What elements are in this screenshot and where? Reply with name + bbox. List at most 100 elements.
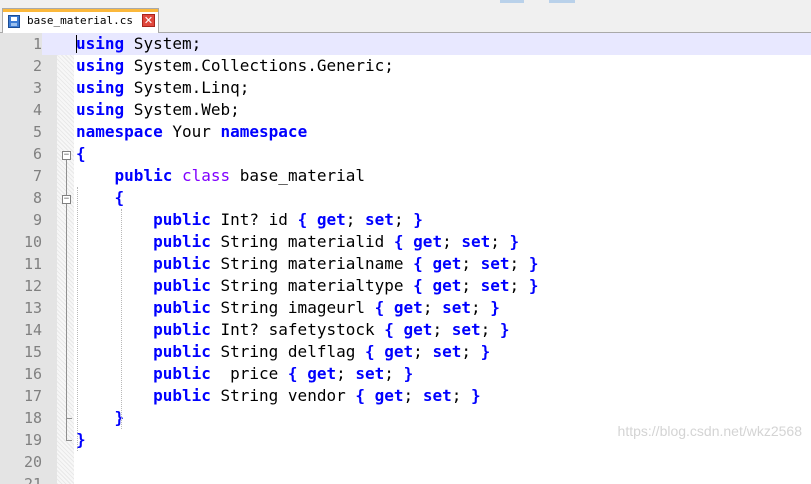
identifier-token: ; [471,298,481,317]
code-line[interactable]: 6{ [0,143,811,165]
code-text: using System.Web; [76,99,240,121]
brace-token: { [355,386,365,405]
identifier-token [76,364,153,383]
code-text: public class base_material [76,165,365,187]
line-number: 8 [32,189,42,207]
line-number: 7 [32,167,42,185]
keyword-token: public [153,254,211,273]
identifier-token [423,276,433,295]
identifier-token: ; [336,364,346,383]
save-file-icon [8,15,20,28]
tab-active-accent [3,9,158,12]
identifier-token: ; [451,386,462,405]
code-line[interactable]: 20 [0,451,811,473]
brace-token: } [403,364,414,383]
code-text: namespace Your namespace [76,121,307,143]
indent-guide [77,187,78,451]
keyword-token: namespace [220,122,308,141]
brace-token: { [413,254,423,273]
code-text: public String materialname { get; set; } [76,253,538,275]
line-number: 18 [23,409,42,427]
identifier-token: ; [345,210,356,229]
identifier-token: base_material [230,166,365,185]
code-line[interactable]: 4 using System.Web; [0,99,811,121]
identifier-token: ; [461,342,471,361]
line-number: 1 [0,33,42,55]
identifier-token: System.Collections.Generic; [124,56,394,75]
brace-token: { [297,210,308,229]
identifier-token: ; [384,364,394,383]
line-number: 14 [23,321,42,339]
tab-base-material[interactable]: base_material.cs ✕ [2,8,159,33]
keyword-token: set [480,254,510,273]
identifier-token: String materialname [210,254,414,273]
identifier-token [442,320,452,339]
close-icon[interactable]: ✕ [142,14,155,27]
code-line[interactable]: 8 { [0,187,811,209]
identifier-token: ; [403,386,414,405]
identifier-token [432,298,442,317]
code-text: { [76,187,125,209]
identifier-token [346,364,356,383]
line-number: 5 [32,123,42,141]
code-line[interactable]: 1 using System; [0,33,811,55]
keyword-token: get [393,298,423,317]
keyword-token: public [153,210,211,229]
identifier-token: ; [442,232,452,251]
code-line[interactable]: 5 namespace Your namespace [0,121,811,143]
identifier-token: String delflag [210,342,365,361]
identifier-token [307,210,317,229]
code-line[interactable]: 21 [0,473,811,484]
keyword-token: using [76,34,125,53]
line-number: 2 [32,57,42,75]
identifier-token: String imageurl [210,298,375,317]
keyword-token: using [76,56,125,75]
identifier-token: ; [393,210,404,229]
identifier-token: String materialtype [210,276,414,295]
keyword-token: get [307,364,337,383]
keyword-token: set [422,386,452,405]
fold-end-namespace [66,440,72,441]
identifier-token [461,386,471,405]
fold-toggle-namespace[interactable]: − [62,151,71,160]
line-number: 4 [32,101,42,119]
keyword-token: get [403,320,433,339]
watermark: https://blog.csdn.net/wkz2568 [617,423,802,439]
line-number: 11 [23,255,42,273]
brace-token: { [413,276,423,295]
text-cursor [76,35,77,53]
fold-toggle-class[interactable]: − [62,195,71,204]
brace-token: } [413,210,423,229]
identifier-token: ; [461,254,471,273]
identifier-token: ; [432,320,443,339]
code-text: public String materialtype { get; set; } [76,275,538,297]
keyword-token: get [413,232,443,251]
brace-token: { [114,188,125,207]
code-line[interactable]: 7 public class base_material [0,165,811,187]
keyword-token: public [153,320,211,339]
type-keyword-token: class [181,166,231,185]
keyword-token: public [153,276,211,295]
identifier-token [423,342,433,361]
code-editor[interactable]: 1 using System; 2 using System.Collections.… [0,33,811,484]
identifier-token: ; [490,232,500,251]
keyword-token: set [355,364,385,383]
identifier-token [76,342,153,361]
identifier-token: Int? safetystock [210,320,385,339]
indent-guide [121,209,122,429]
identifier-token [500,232,510,251]
identifier-token [519,254,529,273]
brace-token: } [528,276,539,295]
identifier-token [384,298,394,317]
brace-token: { [384,320,394,339]
identifier-token [76,166,115,185]
fold-end-class [66,418,72,419]
keyword-token: using [76,100,125,119]
code-line[interactable]: 2 using System.Collections.Generic; [0,55,811,77]
identifier-token [519,276,529,295]
identifier-token [471,254,481,273]
identifier-token [76,232,153,251]
keyword-token: public [153,232,211,251]
keyword-token: public [153,364,211,383]
code-line[interactable]: 3 using System.Linq; [0,77,811,99]
